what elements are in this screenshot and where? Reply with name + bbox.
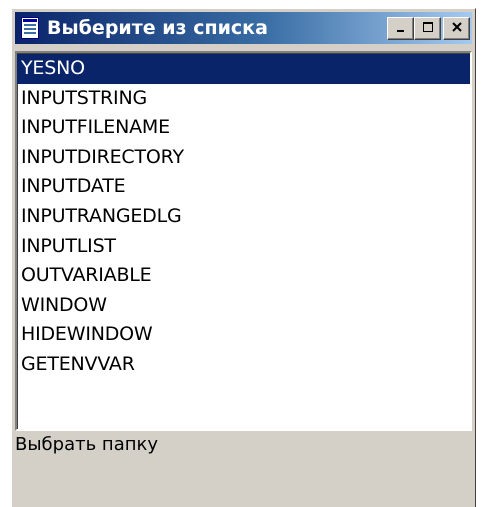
command-listbox[interactable]: YESNO INPUTSTRING INPUTFILENAME INPUTDIRECT… [15, 51, 472, 431]
list-window-icon [19, 16, 41, 40]
list-item[interactable]: INPUTLIST [17, 232, 470, 262]
list-item[interactable]: INPUTDIRECTORY [17, 143, 470, 173]
list-item[interactable]: YESNO [17, 54, 470, 84]
minimize-button[interactable] [387, 17, 414, 40]
list-item[interactable]: WINDOW [17, 291, 470, 321]
caption-buttons [387, 17, 470, 40]
list-item[interactable]: INPUTDATE [17, 172, 470, 202]
list-item[interactable]: OUTVARIABLE [17, 261, 470, 291]
list-item[interactable]: INPUTSTRING [17, 84, 470, 114]
maximize-button[interactable] [414, 17, 441, 40]
maximize-icon [422, 20, 434, 38]
status-text: Выбрать папку [15, 434, 159, 455]
close-icon [451, 20, 463, 38]
minimize-icon [395, 20, 407, 38]
list-item[interactable]: HIDEWINDOW [17, 320, 470, 350]
window-title: Выберите из списка [47, 17, 268, 39]
list-item[interactable]: INPUTFILENAME [17, 113, 470, 143]
title-bar[interactable]: Выберите из списка [15, 12, 472, 44]
close-button[interactable] [443, 17, 470, 40]
list-item[interactable]: INPUTRANGEDLG [17, 202, 470, 232]
dialog-window: Выберите из списка YESNO INPUTSTRING INPUT… [11, 8, 476, 507]
list-item[interactable]: GETENVVAR [17, 350, 470, 380]
